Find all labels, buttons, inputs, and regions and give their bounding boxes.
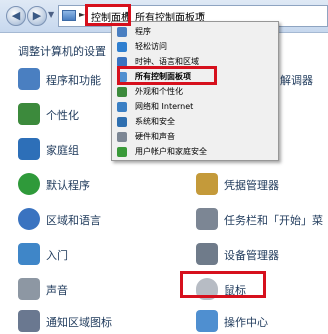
item-label: 声音 [46,284,68,297]
taskbar-icon [196,208,218,230]
item-label: 个性化 [46,109,79,122]
item-personalization[interactable]: 个性化 [18,103,118,127]
system-security-icon [117,117,127,127]
item-label: 任务栏和「开始」菜 [224,214,323,227]
item-label: 家庭组 [46,144,79,157]
menu-item-label: 用户帐户和家庭安全 [135,147,207,156]
address-separator-icon[interactable]: ► [199,10,205,19]
highlight-box [180,271,266,298]
homegroup-icon [18,138,40,160]
item-device-manager[interactable]: 设备管理器 [196,243,326,267]
item-programs-features[interactable]: 程序和功能 [18,68,118,92]
menu-item-label: 硬件和声音 [135,132,175,141]
globe-clock-icon [18,208,40,230]
getting-started-icon [18,243,40,265]
menu-item-appearance[interactable]: 外观和个性化 [113,85,277,99]
item-label: 设备管理器 [224,249,279,262]
appearance-icon [117,87,127,97]
breadcrumb-dropdown-menu: 程序 轻松访问 时钟、语言和区域 所有控制面板项 外观和个性化 网络和 Inte… [111,21,279,161]
flag-icon [196,310,218,332]
user-accounts-icon [117,147,127,157]
menu-item-label: 程序 [135,27,151,36]
item-label: 区域和语言 [46,214,101,227]
menu-item-network-internet[interactable]: 网络和 Internet [113,100,277,114]
network-icon [117,102,127,112]
notification-icon [18,310,40,332]
default-programs-icon [18,173,40,195]
item-label: 通知区域图标 [46,316,112,329]
forward-button[interactable]: ▶ [27,6,47,26]
item-default-programs[interactable]: 默认程序 [18,173,118,197]
monitor-icon [18,103,40,125]
item-notification-area[interactable]: 通知区域图标 [18,310,138,334]
menu-item-user-accounts[interactable]: 用户帐户和家庭安全 [113,145,277,159]
control-panel-icon [62,10,76,21]
programs-icon [117,27,127,37]
item-label: 解调器 [280,74,313,87]
item-label: 默认程序 [46,179,90,192]
hardware-icon [117,132,127,142]
menu-item-label: 网络和 Internet [135,102,194,111]
page-heading: 调整计算机的设置 [18,45,106,58]
item-taskbar-start[interactable]: 任务栏和「开始」菜 [196,208,328,232]
programs-icon [18,68,40,90]
menu-item-hardware-sound[interactable]: 硬件和声音 [113,130,277,144]
item-label: 入门 [46,249,68,262]
item-credential-manager[interactable]: 凭据管理器 [196,173,326,197]
highlight-box [85,4,131,26]
menu-item-system-security[interactable]: 系统和安全 [113,115,277,129]
item-label: 操作中心 [224,316,268,329]
item-getting-started[interactable]: 入门 [18,243,118,267]
menu-item-programs[interactable]: 程序 [113,25,277,39]
item-label: 程序和功能 [46,74,101,87]
back-button[interactable]: ◀ [6,6,26,26]
device-manager-icon [196,243,218,265]
item-sound[interactable]: 声音 [18,278,118,302]
menu-item-label: 外观和个性化 [135,87,183,96]
item-label: 凭据管理器 [224,179,279,192]
menu-item-label: 轻松访问 [135,42,167,51]
recent-pages-dropdown[interactable]: ▼ [48,10,54,19]
item-homegroup[interactable]: 家庭组 [18,138,118,162]
ease-of-access-icon [117,42,127,52]
speaker-icon [18,278,40,300]
item-region-language[interactable]: 区域和语言 [18,208,118,232]
menu-item-ease-of-access[interactable]: 轻松访问 [113,40,277,54]
credential-icon [196,173,218,195]
item-action-center[interactable]: 操作中心 [196,310,326,334]
highlight-box [117,66,217,85]
menu-item-label: 系统和安全 [135,117,175,126]
